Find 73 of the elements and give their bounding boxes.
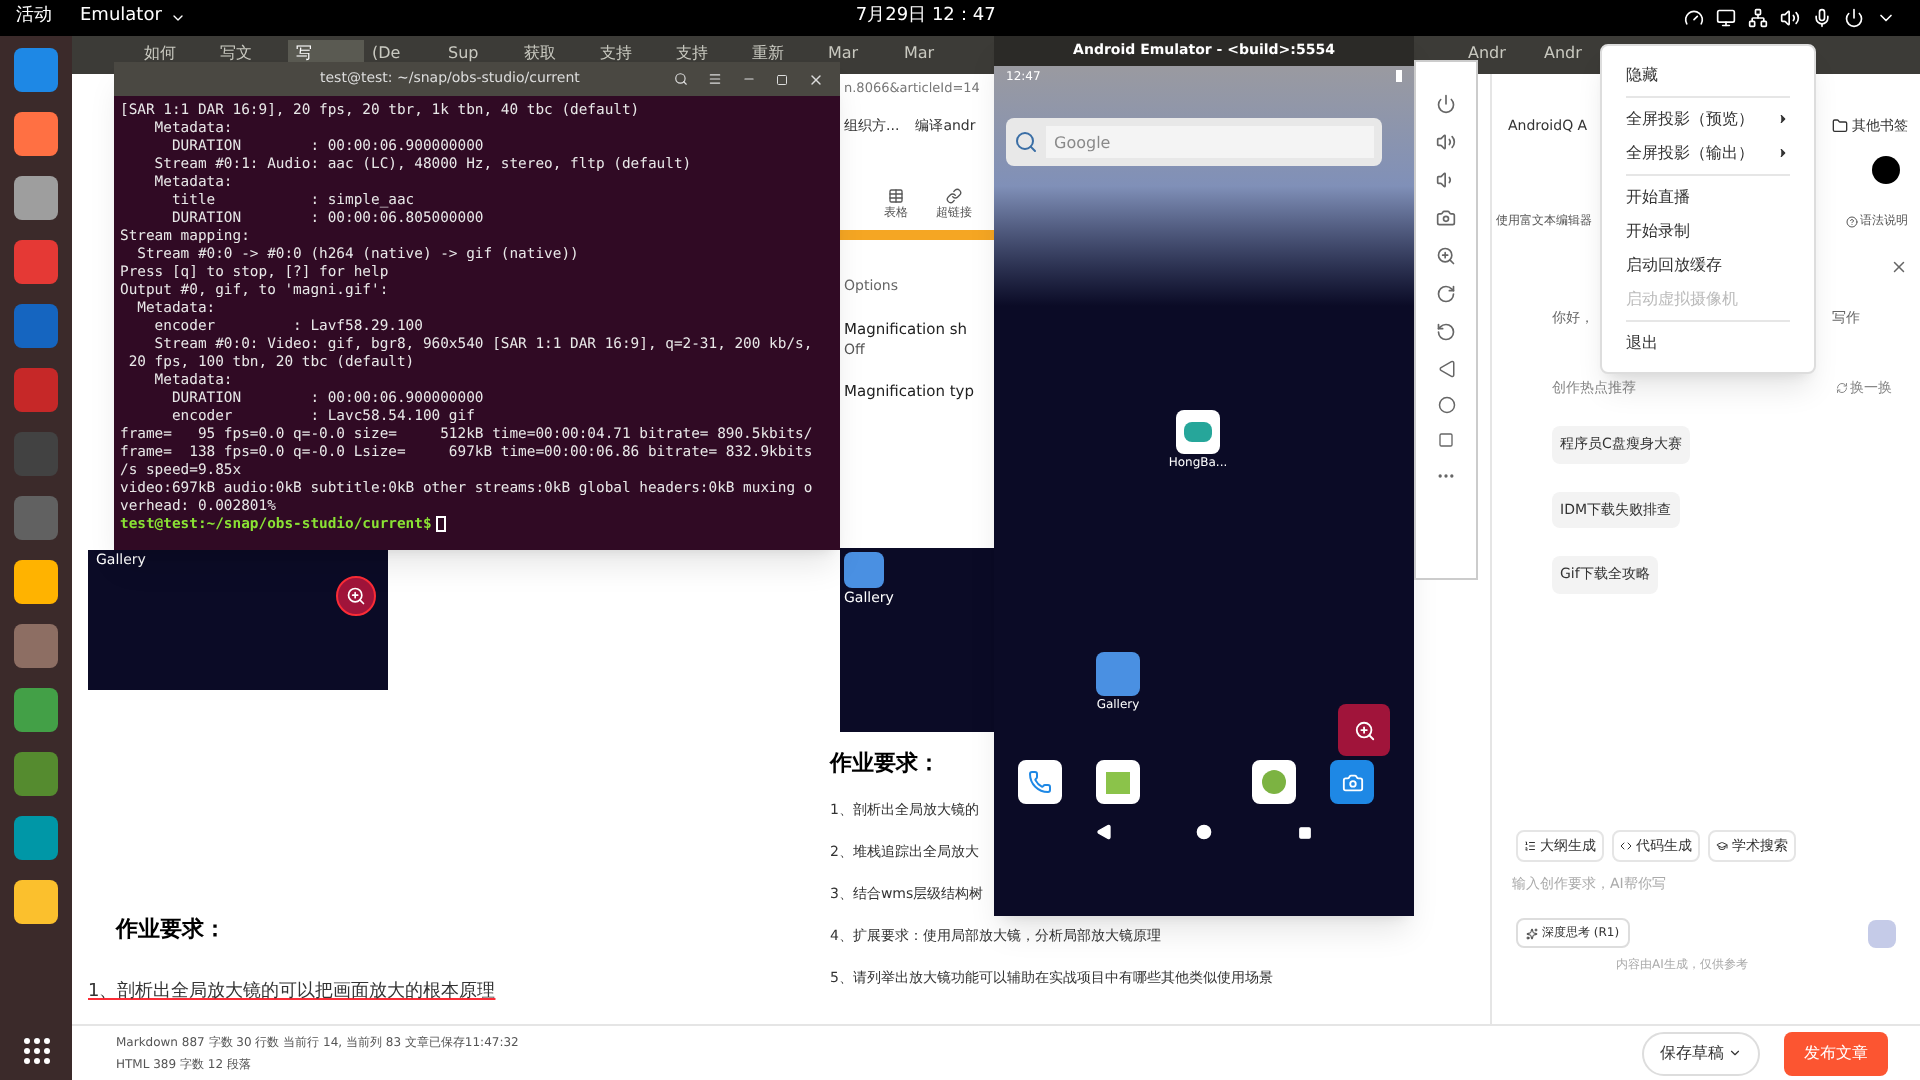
microphone-icon[interactable] [1812, 8, 1832, 28]
browser-tab[interactable]: Sup [440, 40, 516, 66]
submenu-arrow-icon [1776, 112, 1790, 126]
zoom-in-icon [1353, 719, 1375, 741]
app-icon[interactable] [14, 880, 58, 924]
browser-tab[interactable]: 重新 [744, 40, 820, 66]
menu-item[interactable]: 全屏投影（输出） [1626, 136, 1790, 170]
code-icon [1620, 839, 1632, 852]
browser-tab[interactable]: 支持 [668, 40, 744, 66]
browser-tab[interactable]: 支持 [592, 40, 668, 66]
zoom-icon[interactable] [1436, 246, 1456, 266]
section-heading: 作业要求： [116, 914, 226, 946]
search-widget[interactable]: Google [1006, 118, 1382, 166]
refresh-icon [1836, 381, 1848, 394]
menu-item[interactable]: 隐藏 [1626, 58, 1790, 92]
clock[interactable]: 7月29日 12：47 [855, 4, 996, 32]
folder-icon [1832, 118, 1848, 134]
menu-item[interactable]: 开始录制 [1626, 214, 1790, 248]
menu-item[interactable]: 全屏投影（预览） [1626, 102, 1790, 136]
menu-item[interactable]: 退出 [1626, 326, 1790, 360]
overview-icon[interactable] [1438, 432, 1454, 448]
menu-item[interactable]: 开始直播 [1626, 180, 1790, 214]
search-field[interactable]: Google [1046, 126, 1374, 158]
caret-icon [1728, 1046, 1742, 1060]
browser-tab[interactable]: 如何 [136, 40, 212, 66]
table-icon [888, 188, 904, 204]
power-icon[interactable] [1844, 8, 1864, 28]
recents-icon[interactable] [1297, 825, 1312, 839]
list-item-text: 1、剖析出全局放大镜的可以把画面放大的根本原理 [88, 979, 496, 1005]
minimize-icon[interactable] [742, 72, 756, 86]
battery-icon [1396, 70, 1402, 82]
app-menu[interactable]: Emulator [80, 4, 186, 32]
maximize-icon[interactable] [776, 73, 788, 85]
gallery-icon [844, 551, 884, 587]
graduation-cap-icon [1716, 839, 1728, 852]
phone-app-icon[interactable] [1018, 760, 1062, 804]
gauge-icon[interactable] [1684, 8, 1704, 28]
floating-zoom-button[interactable] [1338, 704, 1390, 756]
search-icon[interactable] [674, 72, 688, 86]
browser-tab[interactable]: Mar [820, 40, 896, 66]
menu-icon[interactable] [708, 72, 722, 86]
help-icon [1846, 215, 1858, 227]
camera-icon[interactable] [1436, 208, 1456, 228]
rotate-icon[interactable] [1436, 322, 1456, 342]
activities-button[interactable]: 活动 [16, 4, 80, 32]
zoom-button-icon [336, 575, 376, 615]
avatar-icon[interactable] [1872, 156, 1900, 184]
link-icon [946, 188, 962, 204]
sparkle-icon [1526, 927, 1538, 939]
volume-icon[interactable] [1780, 8, 1800, 28]
browser-tab[interactable]: Mar [896, 40, 972, 66]
close-icon[interactable] [1890, 258, 1908, 276]
browser-tab[interactable]: Andr [1460, 40, 1536, 66]
show-apps-icon[interactable] [23, 1038, 49, 1064]
section-heading: 作业要求： [830, 747, 940, 779]
camera-app-icon[interactable] [1330, 760, 1374, 804]
app-icon[interactable] [1252, 760, 1296, 804]
cursor [435, 515, 446, 531]
volume-up-icon[interactable] [1436, 132, 1456, 152]
monitor-icon[interactable] [1716, 8, 1736, 28]
submenu-arrow-icon [1776, 146, 1790, 160]
rotate-icon[interactable] [1436, 284, 1456, 304]
browser-tab[interactable]: 写文 [212, 40, 288, 66]
volume-down-icon[interactable] [1436, 170, 1456, 190]
list-icon [1524, 839, 1536, 852]
browser-tab[interactable]: 获取 [516, 40, 592, 66]
browser-tab[interactable]: (De [364, 40, 440, 66]
search-icon [1014, 130, 1038, 154]
app-icon[interactable] [1096, 760, 1140, 804]
menu-item[interactable]: 启动回放缓存 [1626, 248, 1790, 282]
save-draft-button[interactable]: 保存草稿 [1642, 1031, 1760, 1075]
network-icon[interactable] [1748, 8, 1768, 28]
caret-icon [169, 10, 186, 26]
